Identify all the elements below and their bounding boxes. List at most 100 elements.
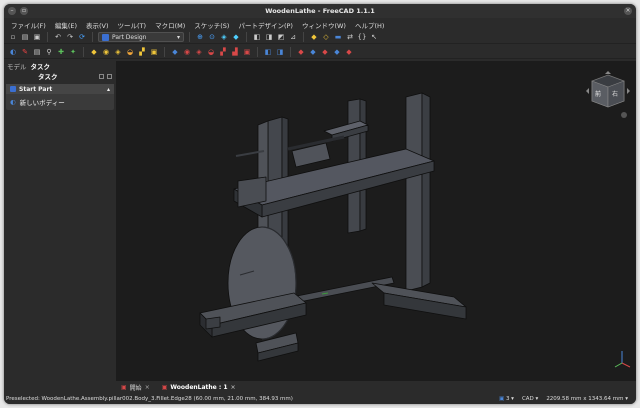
- new-body-button[interactable]: ◐ 新しいボディー: [6, 94, 114, 110]
- body-icon[interactable]: ◐: [8, 47, 18, 57]
- start-tab-label: 開始: [129, 385, 142, 392]
- selection-count[interactable]: ▣ 3 ▾: [499, 396, 514, 402]
- zoom-fit-icon[interactable]: ⊙: [207, 32, 217, 42]
- combo-view: モデル タスク タスク Start Part ▴ ◐ 新しいボディー: [4, 61, 116, 381]
- redo-icon[interactable]: ↷: [65, 32, 75, 42]
- start-part-title: Start Part: [19, 85, 53, 93]
- subtractive-pipe-icon[interactable]: ▞: [218, 47, 228, 57]
- validate-sketch-icon[interactable]: ▤: [32, 47, 42, 57]
- preselection-message: Preselected: WoodenLathe.Assembly.pillar…: [6, 395, 293, 402]
- freecad-icon: ▣: [121, 384, 127, 391]
- view-front-icon[interactable]: ◧: [252, 32, 262, 42]
- part-icon[interactable]: ◆: [309, 32, 319, 42]
- sketch-icon[interactable]: ✎: [20, 47, 30, 57]
- dimension-readout[interactable]: 2209.58 mm x 1343.64 mm ▾: [546, 396, 628, 402]
- selection-icon: ▣: [498, 395, 505, 402]
- pad-icon[interactable]: ◆: [89, 47, 99, 57]
- linear-pattern-icon[interactable]: ◨: [275, 47, 285, 57]
- zoom-in-icon[interactable]: ⊕: [195, 32, 205, 42]
- 3d-viewport[interactable]: 前 右: [116, 61, 636, 381]
- chevron-down-icon: ▾: [176, 33, 180, 41]
- subtractive-primitive-icon[interactable]: ▣: [242, 47, 252, 57]
- draft-icon[interactable]: ◆: [320, 47, 330, 57]
- mirrored-icon[interactable]: ◧: [263, 47, 273, 57]
- group-icon[interactable]: ◇: [321, 32, 331, 42]
- maximize-button[interactable]: ▫: [20, 7, 28, 15]
- menu-edit[interactable]: 編集(E): [55, 20, 77, 30]
- axis-cross-icon: [614, 349, 632, 369]
- menu-window[interactable]: ウィンドウ(W): [302, 20, 346, 30]
- tab-start-page[interactable]: ▣ 開始 ×: [118, 383, 153, 393]
- combo-tabs: モデル タスク: [4, 61, 116, 71]
- view-top-icon[interactable]: ◨: [264, 32, 274, 42]
- float-panel-icon[interactable]: [99, 73, 104, 79]
- new-document-icon[interactable]: ▫: [8, 32, 18, 42]
- part-design-toolbar: ◐ ✎ ▤ ⚲ ✚ ✦ ◆ ◉ ◈ ◒ ▞ ▣ ◆ ◉ ◈ ◒ ▞ ▟ ▣ ◧ …: [4, 46, 636, 59]
- menu-view[interactable]: 表示(V): [86, 20, 109, 30]
- undo-icon[interactable]: ↶: [53, 32, 63, 42]
- additive-loft-icon[interactable]: ◈: [113, 47, 123, 57]
- tab-task[interactable]: タスク: [31, 61, 51, 71]
- shape-binder-icon[interactable]: ✚: [56, 47, 66, 57]
- additive-primitive-icon[interactable]: ▣: [149, 47, 159, 57]
- workbench-selector[interactable]: Part Design ▾: [98, 32, 184, 42]
- close-button[interactable]: ×: [624, 7, 632, 15]
- menu-part-design[interactable]: パートデザイン(P): [238, 20, 293, 30]
- menu-sketch[interactable]: スケッチ(S): [194, 20, 229, 30]
- tab-document[interactable]: ▣ WoodenLathe : 1 ×: [159, 383, 239, 393]
- tab-model[interactable]: モデル: [7, 61, 27, 71]
- menu-bar: ファイル(F) 編集(E) 表示(V) ツール(T) マクロ(M) スケッチ(S…: [4, 19, 636, 30]
- draw-style-icon[interactable]: ◈: [219, 32, 229, 42]
- section-icon[interactable]: ⊿: [288, 32, 298, 42]
- groove-icon[interactable]: ◈: [194, 47, 204, 57]
- measure-icon[interactable]: ◩: [276, 32, 286, 42]
- hole-icon[interactable]: ◉: [182, 47, 192, 57]
- new-body-label: 新しいボディー: [19, 99, 65, 107]
- part-design-icon: [102, 33, 109, 41]
- folder-icon[interactable]: ▬: [333, 32, 343, 42]
- thickness-icon[interactable]: ◆: [332, 47, 342, 57]
- link-icon[interactable]: ⇄: [345, 32, 355, 42]
- start-part-header[interactable]: Start Part ▴: [6, 84, 114, 94]
- navcube-right-label: 右: [612, 91, 619, 98]
- close-panel-icon[interactable]: [107, 73, 112, 79]
- navigation-style[interactable]: CAD ▾: [522, 396, 538, 402]
- braces-icon[interactable]: {}: [357, 32, 367, 42]
- model-render: [199, 92, 467, 362]
- task-panel-title: タスク: [38, 73, 58, 81]
- menu-file[interactable]: ファイル(F): [11, 20, 46, 30]
- right-pillar-front: [405, 92, 423, 292]
- window-title: WoodenLathe - FreeCAD 1.1.1: [265, 7, 375, 15]
- view-axonometric-icon[interactable]: ◆: [231, 32, 241, 42]
- minimize-button[interactable]: –: [8, 7, 16, 15]
- fillet-icon[interactable]: ◆: [296, 47, 306, 57]
- document-tab-label: WoodenLathe : 1: [170, 384, 228, 391]
- navigation-cube[interactable]: 前 右: [584, 71, 632, 123]
- clone-icon[interactable]: ⚲: [44, 47, 54, 57]
- subtractive-loft-icon[interactable]: ◒: [206, 47, 216, 57]
- chamfer-icon[interactable]: ◆: [308, 47, 318, 57]
- sub-shape-binder-icon[interactable]: ✦: [68, 47, 78, 57]
- open-document-icon[interactable]: ▤: [20, 32, 30, 42]
- body-icon: ◐: [10, 98, 16, 106]
- pocket-icon[interactable]: ◆: [170, 47, 180, 57]
- part-design-icon: [10, 86, 16, 92]
- boolean-icon[interactable]: ◆: [344, 47, 354, 57]
- freecad-window: – ▫ WoodenLathe - FreeCAD 1.1.1 × ファイル(F…: [4, 4, 636, 404]
- main-toolbar: ▫ ▤ ▣ ↶ ↷ ⟳ Part Design ▾ ⊕ ⊙ ◈ ◆ ◧ ◨ ◩ …: [4, 31, 636, 44]
- menu-macro[interactable]: マクロ(M): [155, 20, 185, 30]
- whats-this-icon[interactable]: ↖: [369, 32, 379, 42]
- menu-tools[interactable]: ツール(T): [118, 20, 147, 30]
- navcube-front-label: 前: [595, 91, 602, 98]
- save-document-icon[interactable]: ▣: [32, 32, 42, 42]
- additive-pipe-icon[interactable]: ◒: [125, 47, 135, 57]
- title-bar: – ▫ WoodenLathe - FreeCAD 1.1.1 ×: [4, 4, 636, 18]
- refresh-icon[interactable]: ⟳: [77, 32, 87, 42]
- close-icon[interactable]: ×: [231, 384, 236, 391]
- additive-helix-icon[interactable]: ▞: [137, 47, 147, 57]
- revolution-icon[interactable]: ◉: [101, 47, 111, 57]
- menu-help[interactable]: ヘルプ(H): [355, 20, 384, 30]
- task-panel-header: タスク: [4, 71, 116, 81]
- close-icon[interactable]: ×: [145, 384, 150, 391]
- subtractive-helix-icon[interactable]: ▟: [230, 47, 240, 57]
